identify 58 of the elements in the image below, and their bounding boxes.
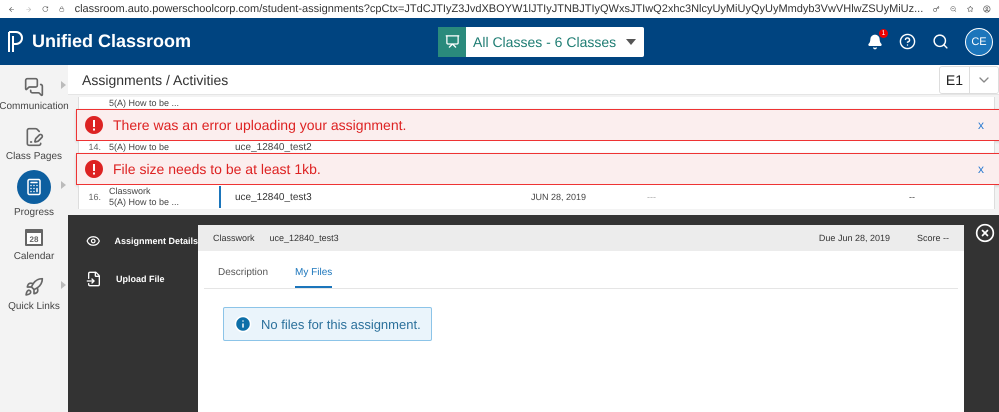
upload-file-icon	[86, 271, 102, 287]
caret-icon	[626, 38, 636, 44]
star-icon[interactable]	[966, 3, 974, 15]
panel-nav-item[interactable]: Upload File	[86, 271, 198, 287]
sidebar-item[interactable]: Communication	[0, 69, 68, 119]
calendar-icon: 28	[24, 227, 44, 247]
assignment-type: Classwork	[109, 186, 152, 197]
lock-icon	[59, 4, 65, 14]
assignment-name: uce_12840_test3	[235, 192, 313, 202]
row-subtitle: 5(A) How to be	[109, 142, 170, 152]
close-icon[interactable]	[975, 223, 995, 243]
assignment-name: uce_12840_test3	[270, 233, 339, 243]
info-icon	[234, 315, 252, 333]
sidebar-item[interactable]: Class Pages	[0, 119, 68, 169]
address-bar-url[interactable]: classroom.auto.powerschoolcorp.com/student-assignments?cpCtx=JTdCJTIyZ3JvdXBOYW1lJTIyJTNBJTIyQWxsJTIwQ2xhc3NlcyUyMiUyQyUyMmdyb3VwVHlwZSUyMiUz...	[74, 3, 924, 15]
dismiss-button[interactable]: x	[974, 118, 988, 132]
tab[interactable]: Description	[218, 267, 268, 288]
sidebar-item[interactable]: Progress	[0, 169, 68, 219]
class-selector[interactable]: All Classes - 6 Classes	[438, 26, 644, 56]
tab[interactable]: My Files	[295, 267, 332, 288]
table-cell-text: ---	[647, 192, 657, 202]
search-icon[interactable]	[932, 33, 949, 50]
app-title: Unified Classroom	[32, 31, 192, 52]
edit-page-icon	[24, 127, 44, 147]
page-title: Assignments / Activities	[82, 72, 228, 88]
user-avatar[interactable]: CE	[965, 28, 993, 56]
info-message: No files for this assignment.	[223, 307, 432, 341]
assignment-category: Classwork	[213, 233, 255, 243]
term-dropdown[interactable]: E1	[938, 66, 999, 94]
eye-icon	[86, 233, 100, 249]
calculator-icon	[25, 178, 43, 196]
row-number: 16.	[87, 192, 102, 202]
due-date: JUN 28, 2019	[531, 192, 588, 202]
error-message: File size needs to be at least 1kb.	[113, 161, 322, 177]
help-icon[interactable]	[899, 33, 916, 50]
reload-icon[interactable]	[42, 3, 50, 15]
row-number: 14.	[87, 142, 102, 152]
zoom-icon[interactable]	[950, 3, 957, 15]
row-subtitle: 5(A) How to be ...	[109, 98, 180, 108]
row-subtitle: 5(A) How to be ...	[109, 197, 180, 208]
assignment-name: uce_12840_test2	[234, 142, 312, 152]
key-icon[interactable]	[933, 3, 940, 15]
table-row[interactable]: 14. 5(A) How to be uce_12840_test2	[78, 141, 995, 153]
chat-icon	[24, 77, 44, 97]
board-icon	[444, 34, 460, 49]
table-cell: --	[909, 192, 915, 202]
error-message: There was an error uploading your assignment.	[113, 117, 408, 133]
due-date: Due Jun 28, 2019	[818, 233, 890, 243]
table-row[interactable]: 5(A) How to be ...	[78, 97, 995, 109]
sidebar-item[interactable]: 28 Calendar	[0, 219, 68, 269]
panel-nav-item[interactable]: Assignment Details	[86, 233, 198, 249]
rocket-icon	[24, 277, 44, 297]
logo-icon	[8, 30, 24, 54]
dismiss-button[interactable]: x	[974, 162, 988, 176]
sidebar-item[interactable]: Quick Links	[0, 269, 68, 319]
error-icon	[85, 116, 103, 134]
score: Score --	[916, 233, 949, 243]
error-icon	[85, 160, 103, 178]
